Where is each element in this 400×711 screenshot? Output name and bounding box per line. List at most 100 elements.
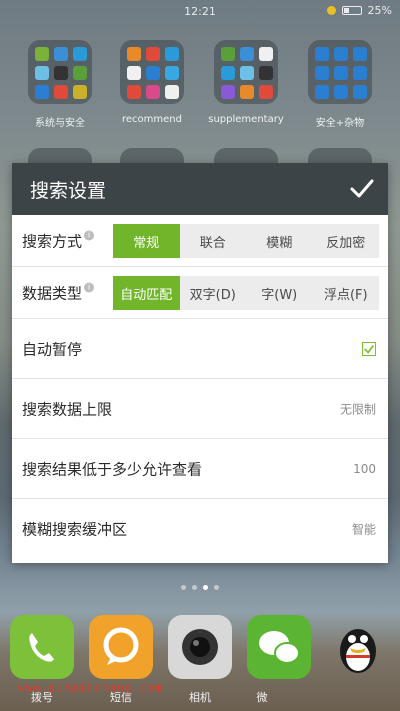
app-icon: [334, 85, 348, 99]
page-dot: [181, 585, 186, 590]
notification-icon: [326, 6, 336, 15]
app-icon: [54, 66, 68, 80]
info-icon[interactable]: i: [84, 230, 95, 240]
page-dot: [214, 585, 219, 590]
dialog-header: 搜索设置: [12, 163, 388, 215]
result-threshold-row[interactable]: 搜索结果低于多少允许查看 100: [12, 439, 388, 499]
app-icon: [127, 85, 141, 99]
data-type-option-word[interactable]: 字(W): [246, 276, 313, 310]
app-icon: [127, 66, 141, 80]
folder-security-misc[interactable]: [308, 40, 372, 104]
phone-icon: [29, 633, 54, 662]
data-type-label: 数据类型 i: [22, 282, 95, 303]
dock-label: 相机: [189, 691, 211, 704]
app-icon: [165, 66, 179, 80]
app-icon: [353, 47, 367, 61]
app-icon: [353, 66, 367, 80]
fuzzy-buffer-row[interactable]: 模糊搜索缓冲区 智能: [12, 499, 388, 559]
app-icon: [221, 47, 235, 61]
app-icon: [35, 66, 49, 80]
auto-pause-label: 自动暂停: [22, 340, 83, 358]
auto-pause-checkbox[interactable]: [362, 341, 376, 356]
app-icon: [35, 47, 49, 61]
watermark-text: www.pinpinchang.com: [18, 681, 163, 694]
folder-supplementary[interactable]: [214, 40, 278, 104]
app-icon: [54, 47, 68, 61]
search-mode-segmented: 常规 联合 模糊 反加密: [113, 224, 379, 258]
folder-label: 系统与安全: [35, 118, 85, 129]
search-mode-label-text: 搜索方式: [22, 232, 83, 250]
data-type-label-text: 数据类型: [22, 284, 83, 302]
data-type-row: 数据类型 i 自动匹配 双字(D) 字(W) 浮点(F): [12, 267, 388, 319]
search-mode-option-joint[interactable]: 联合: [180, 224, 247, 258]
app-icon: [146, 47, 160, 61]
search-mode-option-fuzzy[interactable]: 模糊: [246, 224, 313, 258]
search-settings-dialog: 搜索设置 搜索方式 i 常规 联合 模糊 反加密 数据类型 i 自动匹配 双字(D)…: [12, 163, 388, 563]
confirm-check-icon[interactable]: [348, 175, 376, 203]
dialog-title: 搜索设置: [30, 180, 107, 202]
phone-app-icon[interactable]: [10, 615, 74, 679]
app-icon: [240, 47, 254, 61]
app-icon: [334, 47, 348, 61]
status-right: 25%: [326, 4, 392, 17]
chat-bubbles-icon: [259, 631, 300, 664]
app-icon: [54, 85, 68, 99]
search-mode-row: 搜索方式 i 常规 联合 模糊 反加密: [12, 215, 388, 267]
qq-app-icon[interactable]: [326, 615, 390, 679]
camera-app-icon[interactable]: [168, 615, 232, 679]
message-bubble-icon: [103, 627, 139, 665]
app-icon: [73, 47, 87, 61]
data-type-segmented: 自动匹配 双字(D) 字(W) 浮点(F): [113, 276, 379, 310]
battery-icon: [341, 6, 362, 15]
penguin-icon: [340, 629, 376, 673]
app-icon: [127, 47, 141, 61]
app-icon: [259, 66, 273, 80]
search-limit-row[interactable]: 搜索数据上限 无限制: [12, 379, 388, 439]
app-icon: [165, 85, 179, 99]
page-dot: [192, 585, 197, 590]
app-icon: [240, 66, 254, 80]
home-folder-row: 系统与安全 recommend supplementary 安全+杂物: [0, 40, 400, 140]
search-mode-option-anti-encrypt[interactable]: 反加密: [313, 224, 380, 258]
app-icon: [146, 66, 160, 80]
app-icon: [146, 85, 160, 99]
folder-label: 安全+杂物: [315, 118, 365, 129]
data-type-option-dword[interactable]: 双字(D): [180, 276, 247, 310]
sms-app-icon[interactable]: [89, 615, 153, 679]
status-bar: 12:21 25%: [0, 0, 400, 22]
result-threshold-value: 100: [353, 461, 376, 476]
app-icon: [315, 85, 329, 99]
app-icon: [73, 66, 87, 80]
data-type-option-auto[interactable]: 自动匹配: [113, 276, 180, 310]
app-icon: [221, 85, 235, 99]
page-indicator: [0, 585, 400, 590]
app-icon: [259, 47, 273, 61]
folder-recommend[interactable]: [120, 40, 184, 104]
app-icon: [315, 47, 329, 61]
folder-label: supplementary: [208, 114, 284, 125]
data-type-option-float[interactable]: 浮点(F): [313, 276, 380, 310]
auto-pause-row[interactable]: 自动暂停: [12, 319, 388, 379]
fuzzy-buffer-label: 模糊搜索缓冲区: [22, 520, 128, 539]
app-icon: [259, 85, 273, 99]
result-threshold-label: 搜索结果低于多少允许查看: [22, 460, 203, 478]
fuzzy-buffer-value: 智能: [351, 522, 376, 537]
search-limit-value: 无限制: [339, 402, 376, 416]
app-icon: [73, 85, 87, 99]
search-mode-label: 搜索方式 i: [22, 230, 95, 251]
folder-label: recommend: [122, 114, 182, 125]
app-icon: [221, 66, 235, 80]
search-mode-option-normal[interactable]: 常规: [113, 224, 180, 258]
folder-system-security[interactable]: [28, 40, 92, 104]
dock-label: 微: [256, 691, 268, 704]
app-icon: [334, 66, 348, 80]
camera-lens-icon: [182, 629, 218, 665]
page-dot-active: [203, 585, 208, 590]
app-icon: [35, 85, 49, 99]
battery-percent: 25%: [367, 4, 392, 17]
info-icon[interactable]: i: [84, 282, 95, 292]
wechat-app-icon[interactable]: [247, 615, 311, 679]
app-icon: [315, 66, 329, 80]
search-limit-label: 搜索数据上限: [22, 400, 113, 418]
app-icon: [165, 47, 179, 61]
